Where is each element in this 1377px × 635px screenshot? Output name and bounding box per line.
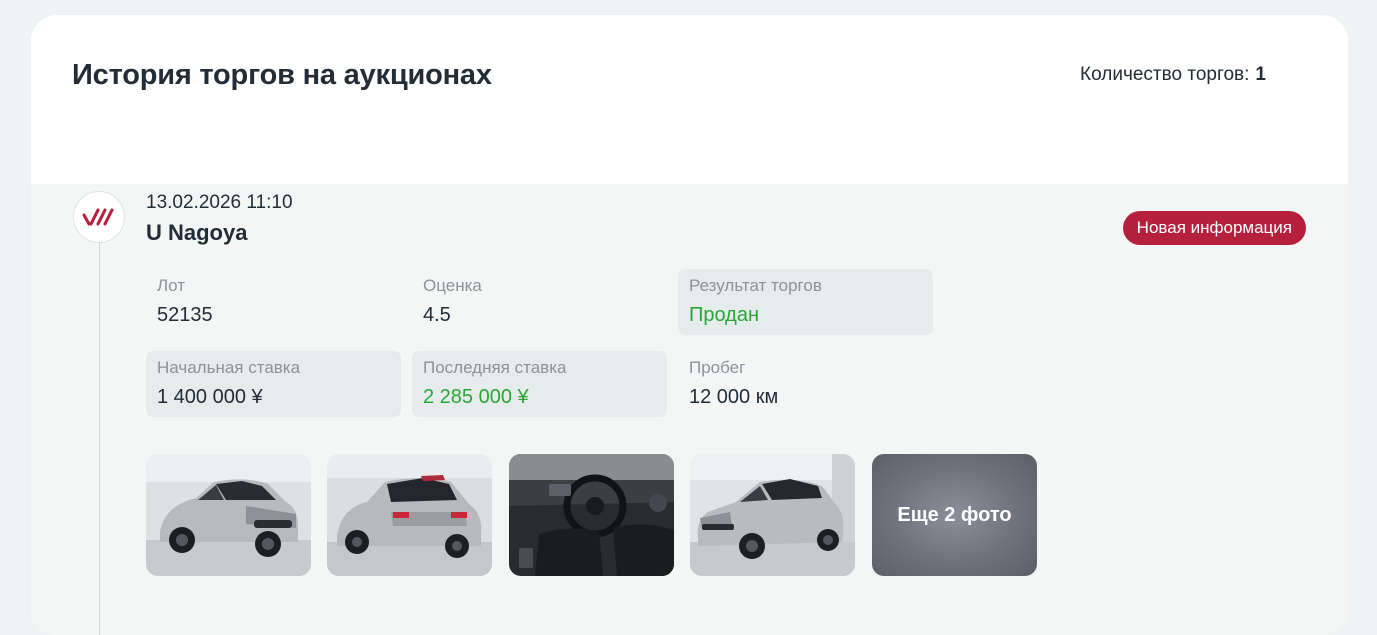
mileage-value: 12 000 км [689, 386, 779, 408]
lot-label: Лот [157, 276, 186, 295]
car-photo-interior[interactable] [509, 454, 674, 576]
mileage-field: Пробег 12 000 км [678, 351, 933, 417]
car-photo-side[interactable] [690, 454, 855, 576]
grade-value: 4.5 [423, 304, 451, 326]
last-bid-field: Последняя ставка 2 285 000 ¥ [412, 351, 667, 417]
auction-name: U Nagoya [146, 220, 248, 245]
auction-entry: 13.02.2026 11:10 U Nagoya Новая информац… [31, 184, 1348, 635]
auction-history-card: История торгов на аукционах Количество т… [31, 15, 1348, 635]
lot-value: 52135 [157, 304, 213, 326]
page-title: История торгов на аукционах [72, 59, 492, 91]
start-bid-label: Начальная ставка [157, 358, 301, 377]
car-photo-rear[interactable] [327, 454, 492, 576]
auction-count: Количество торгов: 1 [1080, 64, 1266, 86]
car-photo-front[interactable] [146, 454, 311, 576]
last-bid-value: 2 285 000 ¥ [423, 386, 529, 408]
card-header: История торгов на аукционах Количество т… [31, 15, 1348, 184]
new-info-badge: Новая информация [1122, 211, 1306, 245]
more-photos-label: Еще 2 фото [897, 503, 1012, 526]
auction-date: 13.02.2026 11:10 [146, 192, 293, 213]
grade-label: Оценка [423, 276, 482, 295]
result-label: Результат торгов [689, 276, 822, 295]
last-bid-label: Последняя ставка [423, 358, 567, 377]
start-bid-value: 1 400 000 ¥ [157, 386, 263, 408]
result-value: Продан [689, 304, 760, 326]
start-bid-field: Начальная ставка 1 400 000 ¥ [146, 351, 401, 417]
auction-count-value: 1 [1255, 64, 1266, 85]
lot-field: Лот 52135 [146, 269, 401, 335]
auction-house-logo-icon [73, 191, 125, 243]
mileage-label: Пробег [689, 358, 746, 377]
timeline-line [99, 242, 100, 635]
auction-count-label: Количество торгов: [1080, 64, 1250, 85]
grade-field: Оценка 4.5 [412, 269, 667, 335]
result-field: Результат торгов Продан [678, 269, 933, 335]
more-photos-button[interactable]: Еще 2 фото [872, 454, 1037, 576]
